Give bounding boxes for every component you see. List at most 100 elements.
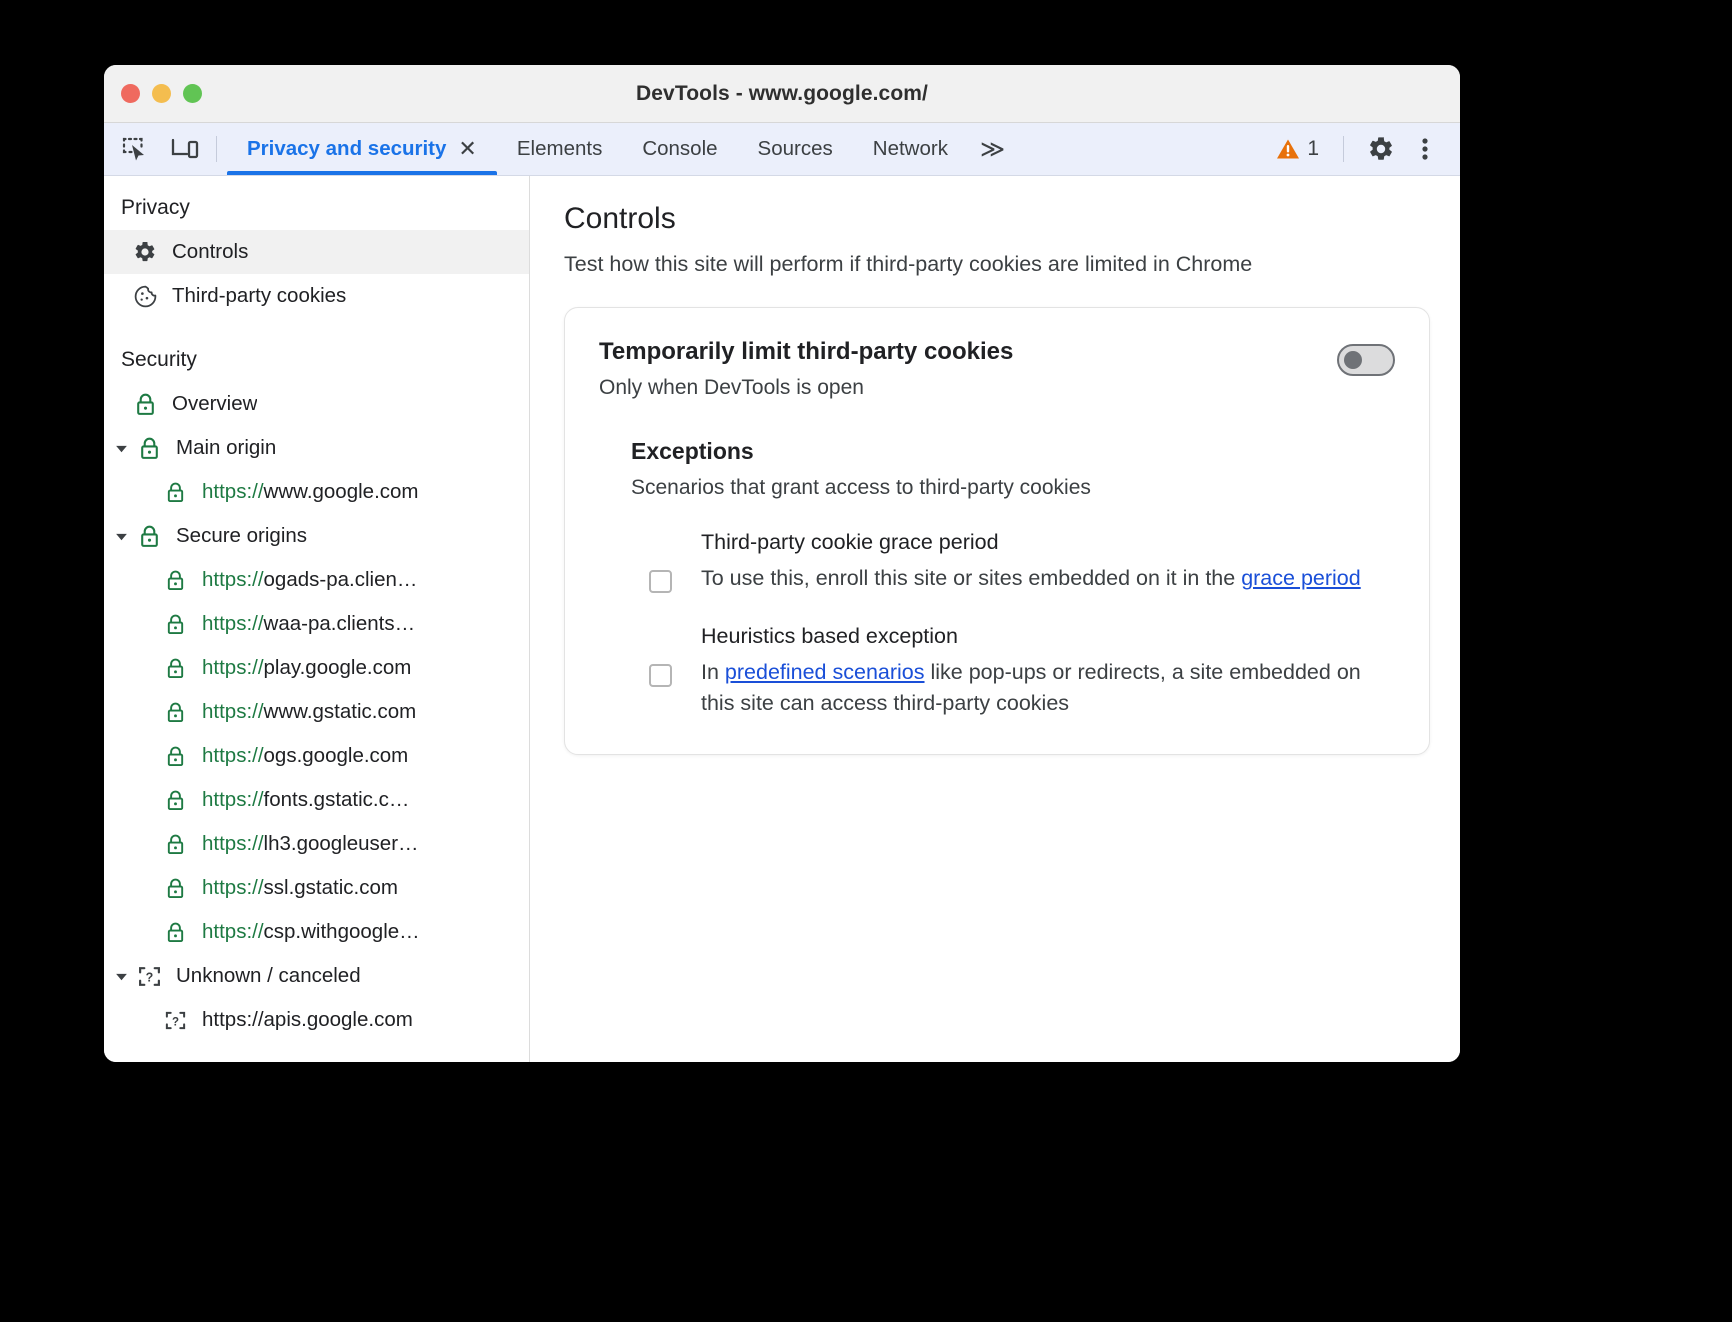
exception-grace-period: Third-party cookie grace period To use t… [631,530,1395,594]
sidebar-item-label: https://ssl.gstatic.com [202,876,398,900]
predefined-scenarios-link[interactable]: predefined scenarios [725,660,925,684]
card-title: Temporarily limit third-party cookies [599,338,1014,365]
sidebar-item-origin[interactable]: https://waa-pa.clients… [104,602,529,646]
url-host: ssl.gstatic.com [263,876,398,899]
sidebar-item-main-origin[interactable]: Main origin [104,426,529,470]
tab-label: Elements [516,137,603,160]
gear-icon [130,240,160,264]
sidebar-item-label: https://ogs.google.com [202,744,408,768]
lock-icon [160,481,190,504]
chevron-down-icon[interactable] [108,969,134,984]
sidebar-item-origin[interactable]: https://csp.withgoogle… [104,910,529,954]
lock-icon [160,833,190,856]
card-header: Temporarily limit third-party cookies On… [599,338,1395,400]
sidebar-item-label: Third-party cookies [172,284,347,307]
lock-icon [134,524,164,549]
page-subtitle: Test how this site will perform if third… [564,252,1253,276]
tab-privacy-and-security[interactable]: Privacy and security ✕ [227,123,497,175]
window-title: DevTools - www.google.com/ [636,81,928,105]
tab-console[interactable]: Console [622,123,737,175]
heuristics-checkbox[interactable] [649,664,672,688]
controls-panel: Controls Test how this site will perform… [530,176,1460,1062]
lock-icon [160,921,190,944]
sidebar-item-label: https://play.google.com [202,656,411,680]
unknown-icon: ? [160,1009,190,1032]
device-toolbar-icon[interactable] [168,132,202,166]
cookie-icon [130,284,160,309]
tab-sources[interactable]: Sources [738,123,853,175]
url-host: ogads-pa.clien… [263,568,418,591]
sidebar-item-origin[interactable]: https://www.gstatic.com [104,690,529,734]
sidebar-item-controls[interactable]: Controls [104,230,529,274]
desc-text-before: In [701,660,725,685]
devtools-tabbar: Privacy and security ✕ Elements Console … [104,123,1460,176]
toggle-knob [1344,351,1362,369]
sidebar-item-label: https://csp.withgoogle… [202,920,420,944]
sidebar-item-origin[interactable]: ? https://apis.google.com [104,998,529,1042]
sidebar-item-origin[interactable]: https://lh3.googleuser… [104,822,529,866]
lock-icon [160,657,190,680]
page-title: Controls [564,202,676,235]
exceptions-section: Exceptions Scenarios that grant access t… [599,438,1395,720]
grace-period-link[interactable]: grace period [1241,566,1361,590]
devtools-content: Privacy Controls Third-party cookies Sec… [104,176,1460,1062]
sidebar-item-third-party-cookies[interactable]: Third-party cookies [104,274,529,318]
exceptions-subtitle: Scenarios that grant access to third-par… [631,476,1091,499]
exceptions-title: Exceptions [631,438,754,464]
sidebar-item-label: https://waa-pa.clients… [202,612,415,636]
warning-count-label: 1 [1307,137,1319,160]
three-dot-menu-icon[interactable] [1406,130,1444,168]
gear-icon[interactable] [1362,130,1400,168]
sidebar-item-label: Overview [172,392,258,415]
url-scheme: https:// [202,920,264,943]
sidebar-item-label: https://fonts.gstatic.c… [202,788,409,812]
exception-name: Third-party cookie grace period [701,530,999,554]
url-scheme: https:// [202,700,264,723]
sidebar-item-label: https://ogads-pa.clien… [202,568,417,592]
exception-description: In predefined scenarios like pop-ups or … [701,657,1395,719]
sidebar-item-overview[interactable]: Overview [104,382,529,426]
tabbar-right-icons: 1 [1270,123,1460,175]
desc-text-before: To use this, enroll this site or sites e… [701,566,1242,590]
close-icon[interactable]: ✕ [458,138,476,160]
sidebar-item-origin[interactable]: https://ssl.gstatic.com [104,866,529,910]
url-scheme: https:// [202,832,264,855]
warning-counter[interactable]: 1 [1270,137,1325,161]
sidebar-item-origin[interactable]: https://ogads-pa.clien… [104,558,529,602]
tab-list: Privacy and security ✕ Elements Console … [227,123,1017,175]
url-host: www.google.com [263,480,419,503]
sidebar-item-unknown-canceled[interactable]: ? Unknown / canceled [104,954,529,998]
lock-icon [130,392,160,417]
url-host: www.gstatic.com [263,700,417,723]
sidebar-item-label: Unknown / canceled [176,964,361,987]
sidebar-item-label: Controls [172,240,249,263]
tab-elements[interactable]: Elements [497,123,622,175]
sidebar-item-secure-origins[interactable]: Secure origins [104,514,529,558]
url-host: fonts.gstatic.c… [263,788,410,811]
url-host: waa-pa.clients… [263,612,416,635]
url-host: ogs.google.com [263,744,409,767]
sidebar-item-origin[interactable]: https://www.google.com [104,470,529,514]
sidebar-item-label: https://apis.google.com [202,1008,413,1031]
tabbar-left-icons [104,123,202,175]
more-tabs-chevron-icon[interactable]: ≫ [968,123,1017,175]
chevron-down-icon[interactable] [108,529,134,544]
sidebar-item-origin[interactable]: https://play.google.com [104,646,529,690]
inspect-element-icon[interactable] [118,132,152,166]
url-scheme: https:// [202,788,264,811]
sidebar-item-label: Main origin [176,436,277,459]
limit-third-party-cookies-toggle[interactable] [1337,344,1395,376]
tabbar-right-divider [1343,136,1344,162]
sidebar-item-origin[interactable]: https://fonts.gstatic.c… [104,778,529,822]
tab-label: Network [872,137,948,160]
grace-period-checkbox[interactable] [649,570,672,593]
lock-icon [160,701,190,724]
tab-label: Sources [757,137,833,160]
sidebar-item-origin[interactable]: https://ogs.google.com [104,734,529,778]
tab-network[interactable]: Network [853,123,968,175]
chevron-down-icon[interactable] [108,441,134,456]
unknown-icon: ? [134,964,164,989]
sidebar-group-privacy-title: Privacy [121,196,190,219]
svg-text:?: ? [171,1016,178,1028]
url-scheme: https:// [202,744,264,767]
